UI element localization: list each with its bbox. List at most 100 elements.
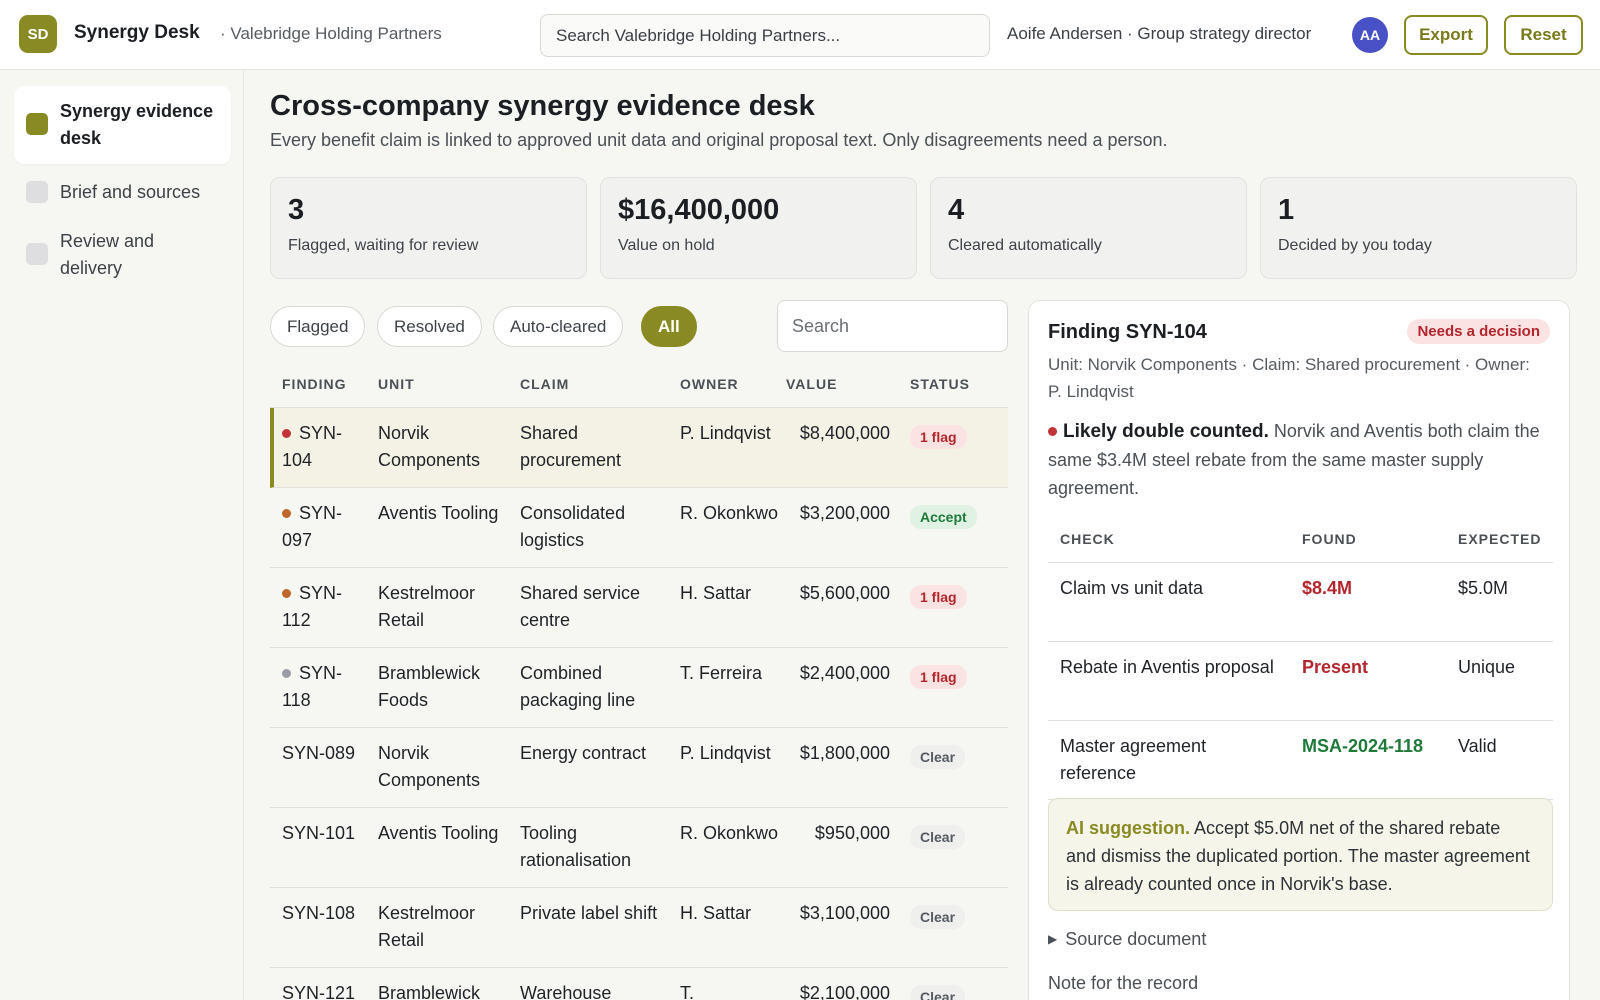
- filter-chip-flagged[interactable]: Flagged: [270, 306, 366, 347]
- cell-finding: SYN-118: [282, 660, 364, 714]
- column-header-value[interactable]: VALUE: [786, 376, 837, 392]
- kpi-value-on-hold: $16,400,000 Value on hold: [600, 177, 917, 279]
- cell-value: $1,800,000: [799, 743, 890, 763]
- table-row[interactable]: SYN-097 Aventis Tooling Consolidated logis…: [270, 488, 1008, 568]
- sidebar-item-label: Review and delivery: [60, 231, 155, 278]
- column-header-claim[interactable]: CLAIM: [520, 376, 569, 392]
- table-header: FINDING UNIT CLAIM OWNER VALUE STATUS: [270, 368, 1008, 408]
- status-dot-icon: [282, 589, 291, 598]
- cell-owner: T. Ferreira: [680, 663, 763, 683]
- app-logo[interactable]: SD: [19, 15, 57, 53]
- cell-value: $3,200,000: [799, 503, 890, 523]
- source-document-toggle[interactable]: ▶ Source document: [1048, 929, 1206, 950]
- filter-chip-auto-cleared[interactable]: Auto-cleared: [493, 306, 624, 347]
- source-document-label: Source document: [1065, 929, 1207, 949]
- status-badge: 1 flag: [910, 665, 967, 689]
- table-row[interactable]: SYN-101 Aventis Tooling Tooling rationalis…: [270, 808, 1008, 888]
- finding-id: SYN-104: [282, 423, 343, 470]
- table-row[interactable]: SYN-108 Kestrelmoor Retail Private label s…: [270, 888, 1008, 968]
- check-name: Master agreement reference: [1060, 736, 1207, 783]
- status-badge: Accept: [910, 505, 977, 529]
- finding-id: SYN-112: [282, 583, 343, 630]
- column-header-owner[interactable]: OWNER: [680, 376, 739, 392]
- sidebar-item-synergy-evidence-desk[interactable]: Synergy evidence desk: [14, 86, 231, 164]
- page-subtitle: Every benefit claim is linked to approve…: [270, 130, 1168, 150]
- cell-unit: Kestrelmoor Retail: [378, 583, 476, 630]
- column-header-check: CHECK: [1060, 531, 1115, 547]
- cell-status: Clear: [910, 983, 966, 1000]
- cell-status: 1 flag: [910, 583, 967, 610]
- kpi-label: Cleared automatically: [948, 237, 1102, 254]
- table-body: SYN-104 Norvik Components Shared procureme…: [270, 408, 1008, 1000]
- sidebar-item-review-and-delivery[interactable]: Review and delivery: [14, 216, 231, 294]
- filter-chip-resolved[interactable]: Resolved: [377, 306, 482, 347]
- cell-value: $5,600,000: [799, 583, 890, 603]
- sidebar-item-brief-and-sources[interactable]: Brief and sources: [14, 167, 231, 218]
- column-header-finding[interactable]: FINDING: [282, 376, 347, 392]
- cell-value: $3,100,000: [799, 903, 890, 923]
- detail-finding: Likely double counted. Norvik and Aventi…: [1048, 417, 1553, 502]
- filter-chip-all[interactable]: All: [641, 306, 697, 347]
- top-bar: SD Synergy Desk · Valebridge Holding Par…: [0, 0, 1600, 70]
- cell-finding: SYN-108: [282, 900, 364, 927]
- finding-id: SYN-118: [282, 663, 343, 710]
- cell-owner: P. Lindqvist: [680, 423, 771, 443]
- cell-finding: SYN-121: [282, 980, 364, 1000]
- cell-unit: Aventis Tooling: [378, 503, 499, 523]
- user-name: Aoife Andersen · Group strategy director: [1007, 24, 1312, 43]
- table-row[interactable]: SYN-112 Kestrelmoor Retail Shared service …: [270, 568, 1008, 648]
- check-row: Master agreement reference MSA-2024-118 …: [1048, 721, 1553, 800]
- table-row[interactable]: SYN-118 Bramblewick Foods Combined packagi…: [270, 648, 1008, 728]
- cell-unit: Aventis Tooling: [378, 823, 499, 843]
- kpi-value: 1: [1278, 194, 1295, 226]
- column-header-unit[interactable]: UNIT: [378, 376, 415, 392]
- check-expected: Unique: [1458, 657, 1516, 677]
- cell-finding: SYN-097: [282, 500, 364, 554]
- cell-finding: SYN-104: [282, 420, 364, 474]
- findings-table: FINDING UNIT CLAIM OWNER VALUE STATUS SY…: [270, 368, 1008, 1000]
- ai-suggestion: AI suggestion. Accept $5.0M net of the s…: [1048, 798, 1553, 911]
- status-badge: Clear: [910, 745, 966, 769]
- finding-id: SYN-097: [282, 503, 343, 550]
- table-row[interactable]: SYN-089 Norvik Components Energy contract P…: [270, 728, 1008, 808]
- column-header-expected: EXPECTED: [1458, 531, 1542, 547]
- table-search-input[interactable]: [777, 300, 1008, 352]
- finding-id: SYN-101: [282, 823, 356, 843]
- cell-unit: Norvik Components: [378, 423, 481, 470]
- cell-claim: Energy contract: [520, 743, 647, 763]
- sidebar: Synergy evidence desk Brief and sources …: [0, 70, 244, 1000]
- kpi-label: Decided by you today: [1278, 237, 1432, 254]
- column-header-found: FOUND: [1302, 531, 1357, 547]
- cell-value: $8,400,000: [799, 423, 890, 443]
- cell-status: 1 flag: [910, 663, 967, 690]
- column-header-status[interactable]: STATUS: [910, 376, 970, 392]
- table-row[interactable]: SYN-104 Norvik Components Shared procureme…: [270, 408, 1008, 488]
- company-name: · Valebridge Holding Partners: [220, 24, 442, 43]
- check-expected: Valid: [1458, 736, 1497, 756]
- status-badge: 1 flag: [910, 585, 967, 609]
- detail-title: Finding SYN-104: [1048, 321, 1207, 343]
- nav-square-icon: [26, 113, 48, 135]
- avatar[interactable]: AA: [1352, 17, 1388, 53]
- kpi-value: 3: [288, 194, 305, 226]
- kpi-cleared: 4 Cleared automatically: [930, 177, 1247, 279]
- checks-table: CHECK FOUND EXPECTED Claim vs unit data …: [1048, 523, 1553, 800]
- table-row[interactable]: SYN-121 Bramblewick Warehouse T. $2,100,000 C…: [270, 968, 1008, 1000]
- cell-unit: Bramblewick Foods: [378, 663, 481, 710]
- global-search-input[interactable]: [540, 14, 990, 57]
- status-dot-icon: [282, 509, 291, 518]
- cell-finding: SYN-112: [282, 580, 364, 634]
- export-button[interactable]: Export: [1404, 15, 1488, 55]
- reset-button[interactable]: Reset: [1504, 15, 1583, 55]
- cell-claim: Consolidated logistics: [520, 503, 626, 550]
- note-label: Note for the record: [1048, 973, 1199, 993]
- sidebar-item-label: Synergy evidence desk: [60, 101, 214, 148]
- nav-square-icon: [26, 243, 48, 265]
- sidebar-item-label: Brief and sources: [60, 182, 201, 202]
- finding-id: SYN-121: [282, 983, 356, 1000]
- cell-finding: SYN-089: [282, 740, 364, 767]
- status-badge: Clear: [910, 825, 966, 849]
- alert-dot-icon: [1048, 427, 1057, 436]
- detail-meta: Unit: Norvik Components · Claim: Shared …: [1048, 355, 1530, 401]
- kpi-label: Flagged, waiting for review: [288, 237, 479, 254]
